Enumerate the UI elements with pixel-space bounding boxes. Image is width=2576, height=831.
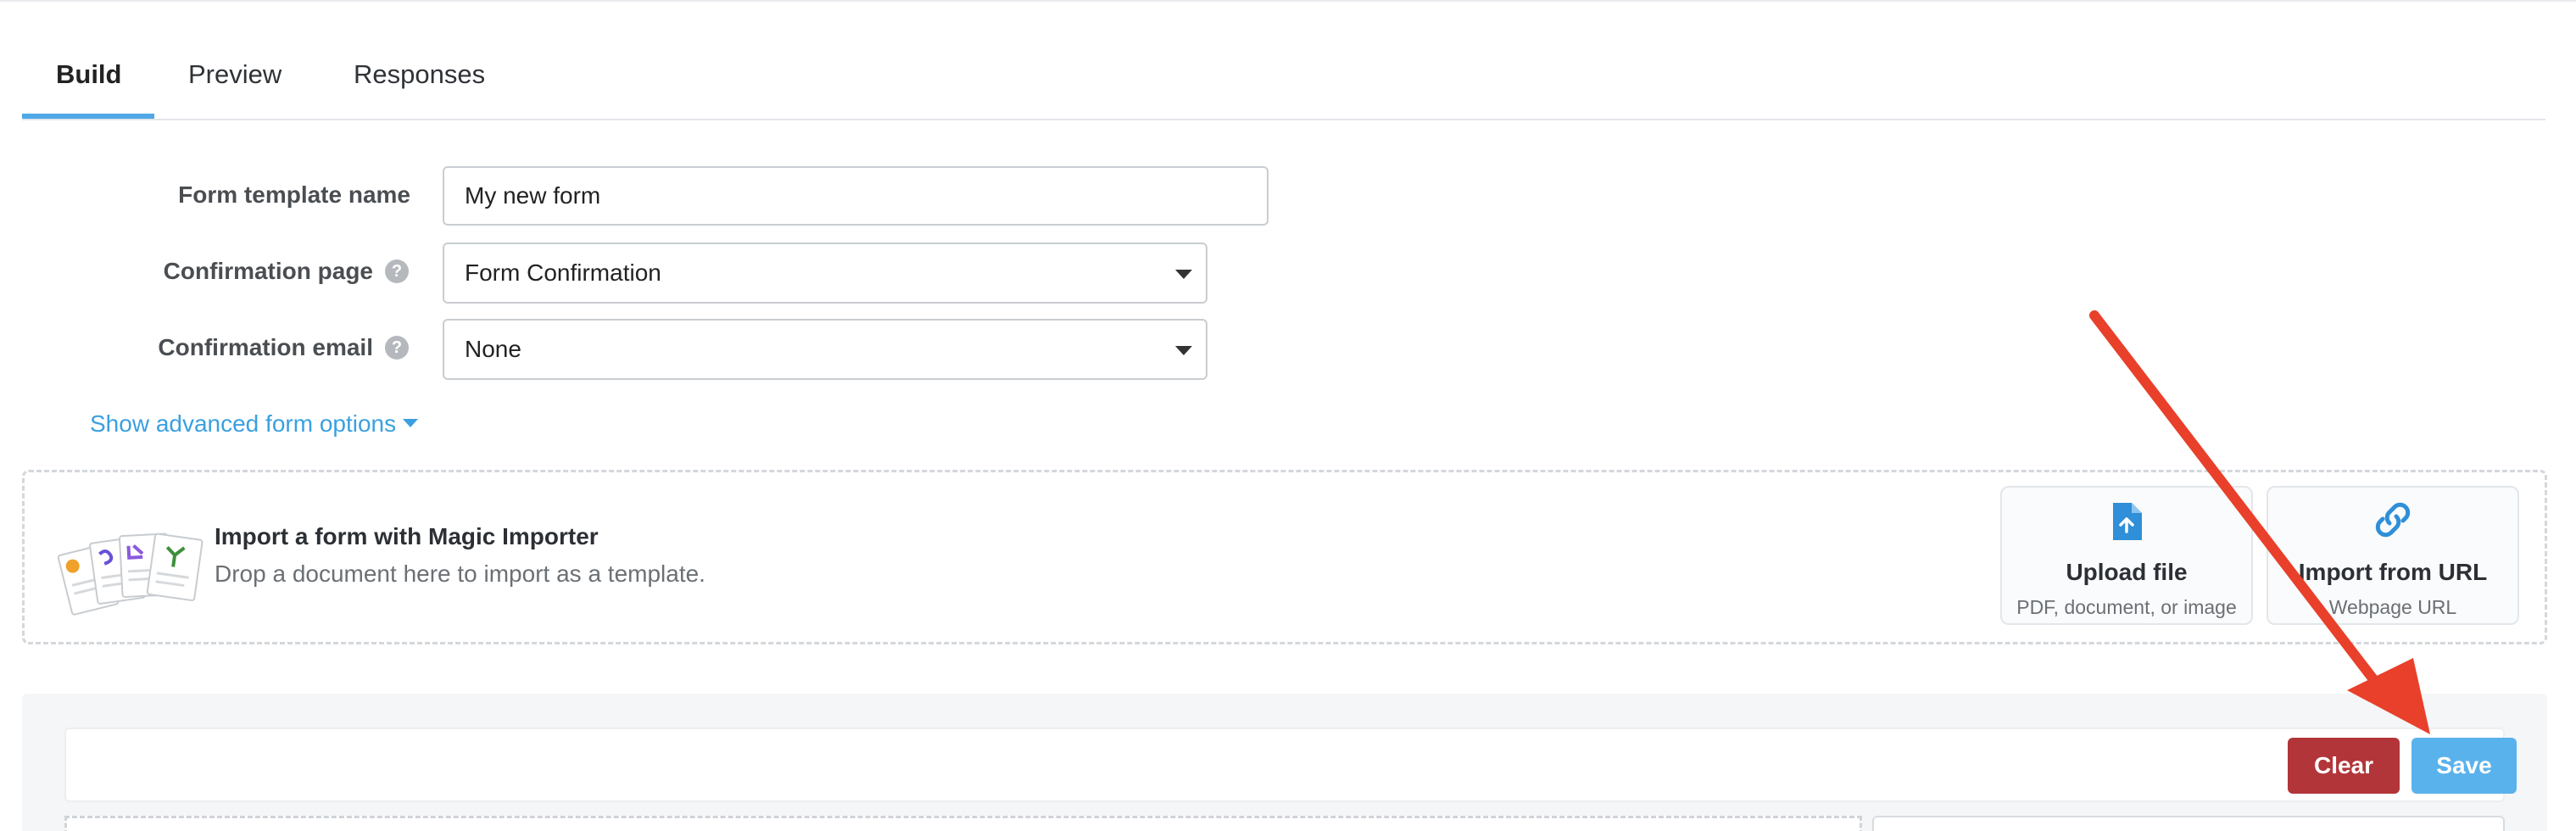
file-upload-icon [2002, 501, 2251, 544]
documents-illustration-icon [57, 533, 204, 616]
save-button[interactable]: Save [2412, 738, 2517, 794]
form-canvas-dropzone[interactable] [64, 816, 1862, 831]
upload-file-subtitle: PDF, document, or image [2016, 596, 2237, 618]
upload-file-button[interactable]: Upload file PDF, document, or image [2000, 486, 2253, 625]
confirmation-page-label: Confirmation page [163, 258, 373, 284]
help-icon[interactable]: ? [385, 336, 409, 360]
confirmation-page-value: Form Confirmation [465, 259, 661, 286]
form-template-name-input[interactable] [443, 166, 1268, 226]
help-icon[interactable]: ? [385, 259, 409, 283]
tab-preview[interactable]: Preview [188, 59, 282, 90]
clear-button[interactable]: Clear [2288, 738, 2400, 794]
importer-subtitle: Drop a document here to import as a temp… [215, 561, 705, 587]
active-tab-indicator [22, 114, 154, 119]
show-advanced-options-link[interactable]: Show advanced form options [90, 410, 419, 438]
chevron-down-icon [1175, 270, 1192, 279]
form-template-name-label: Form template name [178, 181, 410, 208]
importer-title: Import a form with Magic Importer [215, 523, 599, 549]
confirmation-email-select[interactable]: None [443, 319, 1207, 380]
tab-build[interactable]: Build [56, 59, 122, 90]
import-from-url-button[interactable]: Import from URL Webpage URL [2267, 486, 2519, 625]
link-icon [2268, 501, 2517, 544]
magic-importer-dropzone[interactable]: Import a form with Magic Importer Drop a… [22, 470, 2547, 644]
form-builder-area: Clear Save [22, 694, 2547, 831]
form-builder-page: Build Preview Responses Form template na… [0, 0, 2576, 831]
field-palette-panel [1872, 816, 2505, 831]
upload-file-title: Upload file [2066, 559, 2188, 585]
confirmation-email-label: Confirmation email [158, 334, 373, 360]
import-from-url-subtitle: Webpage URL [2328, 596, 2457, 618]
caret-down-icon [403, 419, 419, 427]
advanced-options-label: Show advanced form options [90, 410, 397, 437]
tab-responses[interactable]: Responses [354, 59, 485, 90]
tab-bar: Build Preview Responses [22, 0, 2545, 120]
chevron-down-icon [1175, 346, 1192, 355]
confirmation-email-value: None [465, 336, 521, 362]
builder-toolbar: Clear Save [64, 728, 2517, 802]
confirmation-page-select[interactable]: Form Confirmation [443, 243, 1207, 304]
import-from-url-title: Import from URL [2298, 559, 2488, 585]
